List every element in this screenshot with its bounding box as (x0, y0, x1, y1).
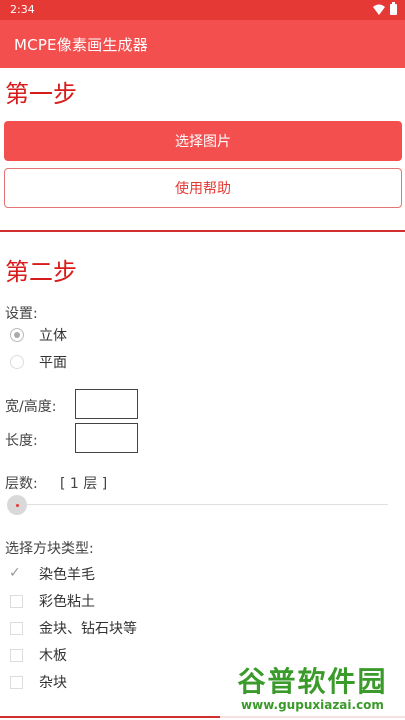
battery-icon (390, 2, 397, 15)
watermark-logo: 谷普软件园 www.gupuxiazai.com (220, 656, 405, 720)
layers-value: [ 1 层 ] (60, 476, 108, 492)
checkbox-ore-box[interactable] (10, 621, 23, 635)
layers-slider-track[interactable] (18, 504, 388, 505)
step2-title: 第二步 (5, 258, 77, 286)
length-input[interactable] (75, 423, 138, 453)
section-divider (0, 230, 405, 232)
checkbox-misc-label: 杂块 (39, 675, 67, 691)
checkbox-planks-box[interactable] (10, 648, 23, 662)
checkbox-misc-box[interactable] (10, 675, 23, 689)
checkbox-ore[interactable]: 金块、钻石块等 (10, 618, 137, 638)
checkbox-clay-box[interactable] (10, 594, 23, 608)
app-bar: MCPE像素画生成器 (0, 20, 405, 68)
checkbox-clay-label: 彩色粘土 (39, 594, 95, 610)
app-title: MCPE像素画生成器 (14, 36, 148, 54)
step1-title: 第一步 (5, 80, 77, 108)
checkbox-clay[interactable]: 彩色粘土 (10, 591, 95, 611)
checkbox-planks-label: 木板 (39, 648, 67, 664)
checkbox-wool-label: 染色羊毛 (39, 567, 95, 583)
length-label: 长度: (5, 433, 38, 449)
help-button[interactable]: 使用帮助 (4, 168, 402, 208)
radio-3d-label: 立体 (39, 328, 67, 344)
layers-label: 层数: (5, 476, 38, 492)
radio-3d[interactable]: 立体 (10, 325, 67, 345)
width-height-label: 宽/高度: (5, 399, 57, 415)
settings-label: 设置: (5, 306, 38, 322)
watermark-sub: www.gupuxiazai.com (241, 698, 384, 712)
radio-3d-indicator[interactable] (10, 328, 24, 342)
block-type-label: 选择方块类型: (5, 541, 94, 557)
checkbox-wool-box[interactable]: ✓ (9, 564, 23, 581)
radio-flat-label: 平面 (39, 355, 67, 371)
checkbox-planks[interactable]: 木板 (10, 645, 67, 665)
status-time: 2:34 (10, 3, 35, 16)
status-bar: 2:34 (0, 0, 405, 20)
status-icons (373, 2, 397, 15)
wifi-icon (373, 4, 385, 15)
watermark-main: 谷普软件园 (237, 665, 388, 698)
radio-flat-indicator[interactable] (10, 355, 24, 369)
checkbox-wool[interactable]: ✓ 染色羊毛 (9, 564, 95, 584)
select-image-button[interactable]: 选择图片 (4, 121, 402, 161)
width-height-input[interactable] (75, 389, 138, 419)
checkmark-icon: ✓ (9, 564, 21, 581)
radio-flat[interactable]: 平面 (10, 352, 67, 372)
checkbox-ore-label: 金块、钻石块等 (39, 621, 137, 637)
layers-slider-thumb[interactable] (7, 495, 27, 515)
checkbox-misc[interactable]: 杂块 (10, 672, 67, 692)
